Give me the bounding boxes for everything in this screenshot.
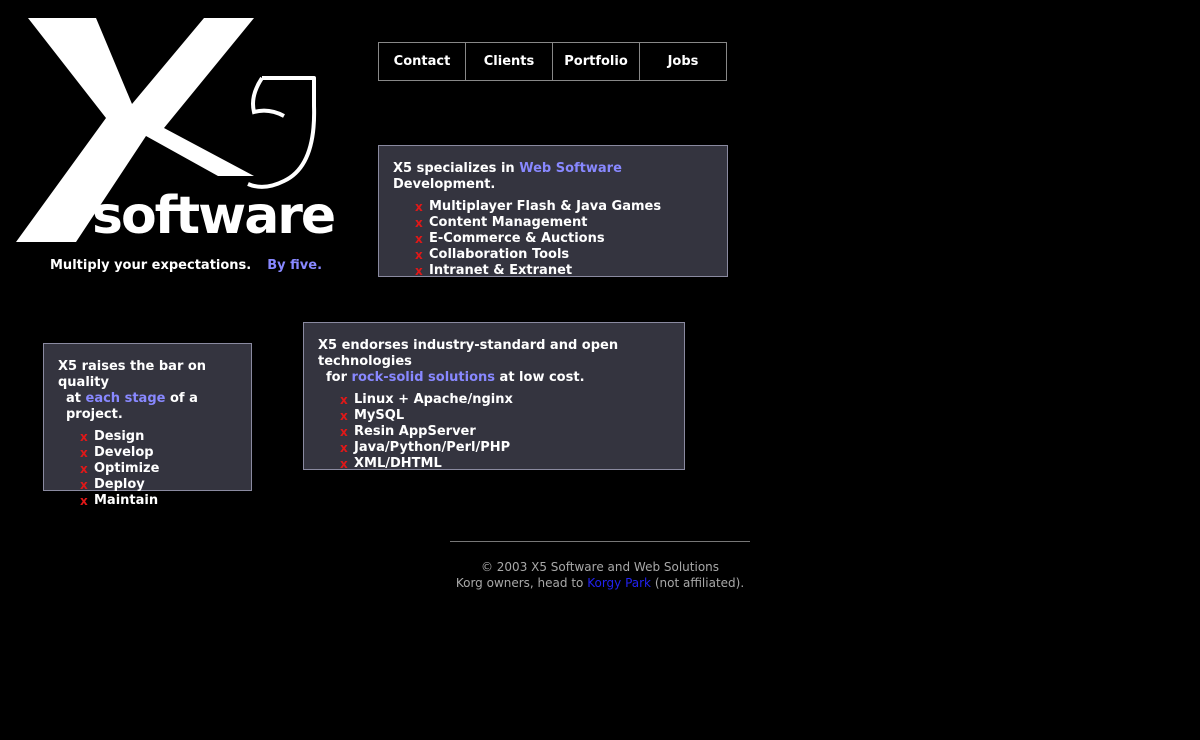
list-item-label: Optimize [94, 461, 160, 476]
specializes-panel: X5 specializes in Web Software Developme… [378, 145, 728, 279]
list-item-label: Intranet & Extranet [429, 263, 573, 278]
list-item: x Develop [80, 445, 237, 461]
specializes-heading: X5 specializes in Web Software Developme… [393, 161, 713, 193]
bullet-x-icon: x [340, 457, 348, 471]
list-item: x MySQL [340, 408, 670, 424]
tagline-text: Multiply your expectations. [50, 258, 252, 273]
quality-highlight: each stage [85, 391, 166, 406]
bullet-x-icon: x [340, 425, 348, 439]
specializes-list: x Multiplayer Flash & Java Games x Content… [415, 199, 713, 279]
x5-logo[interactable]: software [14, 16, 336, 246]
list-item: x Resin AppServer [340, 424, 670, 440]
nav-portfolio[interactable]: Portfolio [553, 43, 640, 80]
list-item: x Design [80, 429, 237, 445]
logo-wordmark: software [92, 186, 336, 246]
tagline-accent: By five. [267, 258, 323, 273]
bullet-x-icon: x [415, 200, 423, 214]
bullet-x-icon: x [80, 462, 88, 476]
list-item-label: Develop [94, 445, 154, 460]
list-item-label: Deploy [94, 477, 145, 492]
specializes-lead: X5 specializes in [393, 161, 520, 176]
list-item: x Collaboration Tools [415, 247, 713, 263]
footer-korg-lead: Korg owners, head to [455, 576, 588, 590]
nav-jobs[interactable]: Jobs [640, 43, 726, 80]
endorses-tail: at low cost. [495, 370, 585, 385]
tagline: Multiply your expectations. By five. [50, 258, 322, 273]
quality-list: x Design x Develop x Optimize x Deploy x Main… [80, 429, 237, 509]
endorses-heading-line1: X5 endorses industry-standard and open t… [318, 338, 619, 369]
footer: © 2003 X5 Software and Web Solutions Kor… [420, 559, 780, 591]
bullet-x-icon: x [80, 430, 88, 444]
list-item-label: E-Commerce & Auctions [429, 231, 605, 246]
footer-divider [450, 541, 750, 542]
list-item-label: Collaboration Tools [429, 247, 570, 262]
quality-heading-line1: X5 raises the bar on quality [58, 359, 207, 390]
list-item: x Deploy [80, 477, 237, 493]
endorses-panel: X5 endorses industry-standard and open t… [303, 322, 685, 472]
list-item-label: Design [94, 429, 145, 444]
bullet-x-icon: x [340, 393, 348, 407]
list-item: x E-Commerce & Auctions [415, 231, 713, 247]
quality-panel: X5 raises the bar on quality at each sta… [43, 343, 252, 508]
nav-contact[interactable]: Contact [379, 43, 466, 80]
main-nav: Contact Clients Portfolio Jobs [378, 42, 727, 81]
list-item-label: Linux + Apache/nginx [354, 392, 513, 407]
korgy-park-link[interactable]: Korgy Park [587, 576, 651, 590]
list-item-label: XML/DHTML [354, 456, 442, 471]
list-item-label: Multiplayer Flash & Java Games [429, 199, 662, 214]
endorses-heading-line2: for rock-solid solutions at low cost. [318, 370, 670, 386]
endorses-lead: for [326, 370, 352, 385]
footer-korg-line: Korg owners, head to Korgy Park (not aff… [420, 575, 780, 591]
bullet-x-icon: x [415, 264, 423, 278]
bullet-x-icon: x [80, 446, 88, 460]
list-item: x Optimize [80, 461, 237, 477]
bullet-x-icon: x [415, 248, 423, 262]
list-item: x Java/Python/Perl/PHP [340, 440, 670, 456]
specializes-highlight: Web Software [519, 161, 622, 176]
list-item: x Content Management [415, 215, 713, 231]
nav-clients[interactable]: Clients [466, 43, 553, 80]
list-item-label: Resin AppServer [354, 424, 476, 439]
specializes-tail: Development. [393, 177, 496, 192]
footer-copyright: © 2003 X5 Software and Web Solutions [480, 560, 720, 574]
list-item-label: MySQL [354, 408, 405, 423]
quality-lead: at [66, 391, 86, 406]
page: software Multiply your expectations. By f… [0, 0, 1200, 740]
list-item-label: Java/Python/Perl/PHP [354, 440, 511, 455]
list-item: x Intranet & Extranet [415, 263, 713, 279]
quality-heading-line2: at each stage of a project. [58, 391, 237, 423]
bullet-x-icon: x [340, 441, 348, 455]
list-item: x XML/DHTML [340, 456, 670, 472]
list-item: x Multiplayer Flash & Java Games [415, 199, 713, 215]
bullet-x-icon: x [340, 409, 348, 423]
bullet-x-icon: x [415, 216, 423, 230]
bullet-x-icon: x [80, 494, 88, 508]
bullet-x-icon: x [415, 232, 423, 246]
list-item-label: Maintain [94, 493, 159, 508]
list-item: x Linux + Apache/nginx [340, 392, 670, 408]
bullet-x-icon: x [80, 478, 88, 492]
endorses-highlight: rock-solid solutions [351, 370, 496, 385]
endorses-list: x Linux + Apache/nginx x MySQL x Resin AppS… [340, 392, 670, 472]
list-item-label: Content Management [429, 215, 588, 230]
list-item: x Maintain [80, 493, 237, 509]
footer-korg-tail: (not affiliated). [651, 576, 745, 590]
